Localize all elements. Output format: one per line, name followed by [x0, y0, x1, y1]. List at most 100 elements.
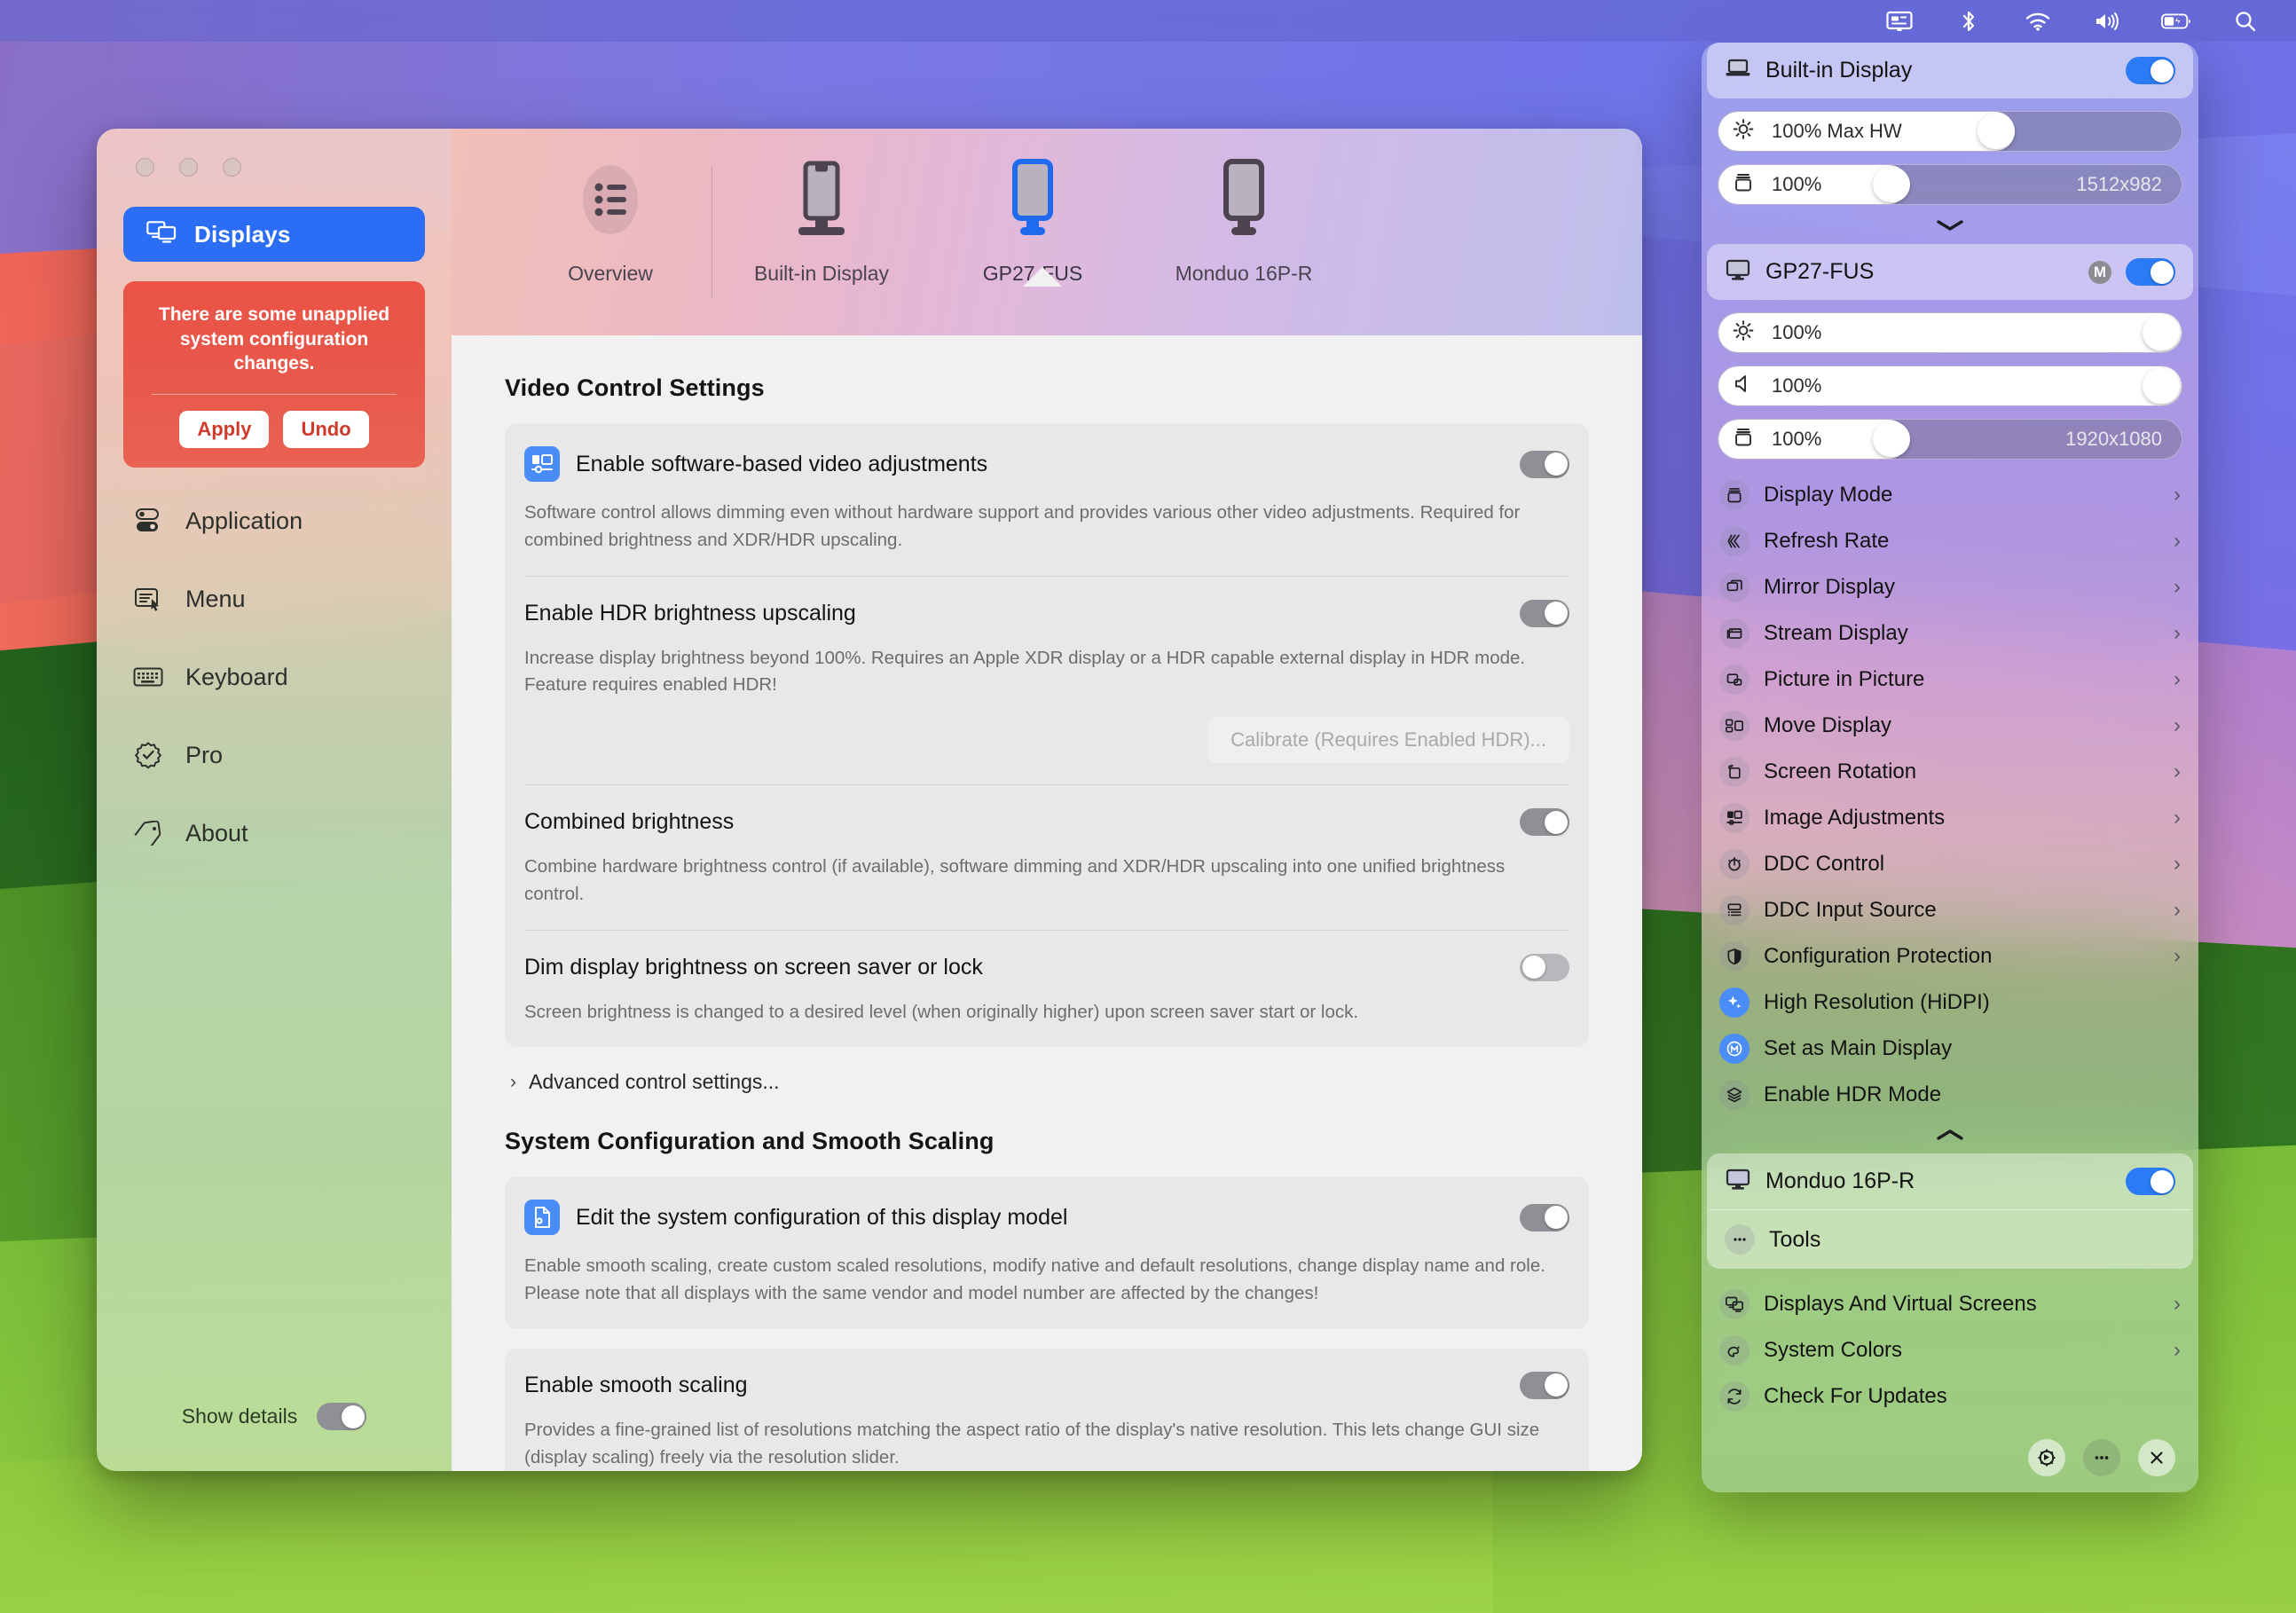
monduo-display-header[interactable]: Monduo 16P-R — [1707, 1153, 2193, 1209]
setting-description: Software control allows dimming even wit… — [524, 502, 1521, 550]
gp27-collapse-button[interactable] — [1702, 1118, 2198, 1153]
menu-item-image-adjustments[interactable]: Image Adjustments › — [1702, 795, 2198, 841]
menu-item-high-resolution-hidpi[interactable]: High Resolution (HiDPI) — [1702, 980, 2198, 1026]
edit-system-config-toggle[interactable] — [1520, 1203, 1569, 1231]
menu-item-label: Display Mode — [1764, 483, 1893, 507]
hdr-upscaling-toggle[interactable] — [1520, 599, 1569, 627]
ddc-icon — [1719, 849, 1750, 879]
sidebar-item-menu[interactable]: Menu — [123, 574, 425, 624]
menu-item-screen-rotation[interactable]: Screen Rotation › — [1702, 749, 2198, 795]
search-icon[interactable] — [2230, 10, 2261, 33]
gp27-brightness-slider[interactable]: 100% — [1718, 312, 2182, 353]
menu-item-label: Screen Rotation — [1764, 759, 1917, 783]
builtin-brightness-slider[interactable]: 100% Max HW — [1718, 111, 2182, 152]
menu-item-check-for-updates[interactable]: Check For Updates — [1702, 1373, 2198, 1420]
close-icon[interactable] — [2138, 1439, 2175, 1476]
menu-item-stream-display[interactable]: Stream Display › — [1702, 610, 2198, 657]
menu-item-label: Enable HDR Mode — [1764, 1082, 1942, 1106]
software-video-toggle[interactable] — [1520, 450, 1569, 478]
sidebar-item-displays[interactable]: Displays — [123, 207, 425, 262]
dim-display-toggle[interactable] — [1520, 953, 1569, 981]
rotate-icon — [1719, 757, 1750, 787]
ellipsis-icon[interactable] — [2083, 1439, 2120, 1476]
monduo-display-toggle[interactable] — [2126, 1168, 2175, 1195]
chevron-right-icon: › — [510, 1071, 516, 1092]
builtin-display-header[interactable]: Built-in Display — [1707, 43, 2193, 98]
wifi-icon[interactable] — [2023, 10, 2053, 33]
sidebar-item-application[interactable]: Application — [123, 496, 425, 546]
builtin-resolution-slider[interactable]: 100% 1512x982 — [1718, 164, 2182, 205]
menu-item-picture-in-picture[interactable]: Picture in Picture › — [1702, 657, 2198, 703]
apply-button[interactable]: Apply — [179, 411, 270, 449]
selected-tab-arrow — [1023, 267, 1062, 287]
show-details-label: Show details — [181, 1404, 298, 1428]
undo-button[interactable]: Undo — [283, 411, 369, 449]
tag-icon — [130, 821, 166, 846]
builtin-display-toggle[interactable] — [2126, 57, 2175, 84]
menu-item-refresh-rate[interactable]: Refresh Rate › — [1702, 518, 2198, 564]
builtin-collapse-button[interactable] — [1702, 209, 2198, 244]
chevron-right-icon: › — [2174, 1338, 2181, 1362]
displays-virtual-icon — [1719, 1289, 1750, 1319]
tab-gp27-fus[interactable]: GP27-FUS — [932, 152, 1133, 287]
menu-item-label: Set as Main Display — [1764, 1036, 1953, 1060]
battery-charging-icon[interactable] — [2161, 10, 2191, 33]
monduo-display-group: Monduo 16P-R Tools — [1707, 1153, 2193, 1269]
laptop-icon — [779, 152, 864, 248]
menu-item-move-display[interactable]: Move Display › — [1702, 703, 2198, 749]
show-details-control: Show details — [97, 1403, 452, 1430]
setting-title: Dim display brightness on screen saver o… — [524, 954, 983, 980]
video-adjust-icon — [524, 446, 560, 482]
menu-item-display-mode[interactable]: Display Mode › — [1702, 472, 2198, 518]
tools-menu-item[interactable]: Tools — [1707, 1210, 2193, 1269]
advanced-control-settings-link[interactable]: › Advanced control settings... — [510, 1070, 1589, 1094]
bluetooth-icon[interactable] — [1954, 10, 1984, 33]
tab-overview[interactable]: Overview — [510, 152, 711, 286]
menu-item-displays-and-virtual-screens[interactable]: Displays And Virtual Screens › — [1702, 1281, 2198, 1327]
show-details-toggle[interactable] — [317, 1403, 367, 1430]
volume-icon[interactable] — [2092, 10, 2122, 33]
main-display-icon — [1719, 1034, 1750, 1064]
chevron-right-icon: › — [2174, 713, 2181, 737]
zoom-window-button[interactable] — [223, 158, 241, 177]
alert-divider — [152, 394, 397, 396]
menu-item-configuration-protection[interactable]: Configuration Protection › — [1702, 933, 2198, 980]
sparkle-icon — [1719, 987, 1750, 1018]
laptop-icon — [1725, 59, 1751, 83]
gear-icon[interactable] — [2028, 1439, 2065, 1476]
sidebar-item-pro[interactable]: Pro — [123, 730, 425, 780]
sidebar-item-label: About — [185, 819, 248, 846]
menu-item-label: System Colors — [1764, 1338, 1903, 1362]
menu-item-system-colors[interactable]: System Colors › — [1702, 1327, 2198, 1373]
sidebar-item-about[interactable]: About — [123, 808, 425, 858]
combined-brightness-toggle[interactable] — [1520, 808, 1569, 836]
tab-built-in-display[interactable]: Built-in Display — [721, 152, 922, 286]
menu-item-ddc-input-source[interactable]: DDC Input Source › — [1702, 887, 2198, 933]
layers-icon — [1719, 1080, 1750, 1110]
menu-item-mirror-display[interactable]: Mirror Display › — [1702, 564, 2198, 610]
gp27-display-sliders: 100% 100% 100% 1920x1080 — [1702, 300, 2198, 463]
menu-item-ddc-control[interactable]: DDC Control › — [1702, 841, 2198, 887]
close-window-button[interactable] — [136, 158, 154, 177]
smooth-scaling-toggle[interactable] — [1520, 1371, 1569, 1399]
brightness-icon — [1733, 119, 1754, 145]
gp27-volume-slider[interactable]: 100% — [1718, 366, 2182, 406]
sidebar-item-label: Application — [185, 507, 303, 534]
calibrate-button[interactable]: Calibrate (Requires Enabled HDR)... — [1207, 717, 1569, 763]
tab-monduo-16p-r[interactable]: Monduo 16P-R — [1144, 152, 1344, 286]
menu-item-label: High Resolution (HiDPI) — [1764, 990, 1990, 1014]
setting-description: Combine hardware brightness control (if … — [524, 856, 1506, 904]
gp27-resolution-slider[interactable]: 100% 1920x1080 — [1718, 419, 2182, 460]
minimize-window-button[interactable] — [179, 158, 198, 177]
menu-item-enable-hdr-mode[interactable]: Enable HDR Mode — [1702, 1072, 2198, 1118]
keyboard-icon — [130, 665, 166, 688]
sidebar-item-keyboard[interactable]: Keyboard — [123, 652, 425, 702]
menu-item-set-as-main-display[interactable]: Set as Main Display — [1702, 1026, 2198, 1072]
sidebar-item-label: Displays — [194, 220, 291, 248]
chevron-right-icon: › — [2174, 852, 2181, 876]
gp27-display-header[interactable]: GP27-FUS M — [1707, 244, 2193, 300]
display-icon[interactable] — [1884, 10, 1915, 33]
gp27-display-toggle[interactable] — [2126, 258, 2175, 286]
menu-item-label: Image Adjustments — [1764, 806, 1946, 830]
monitor-icon — [1725, 259, 1751, 285]
